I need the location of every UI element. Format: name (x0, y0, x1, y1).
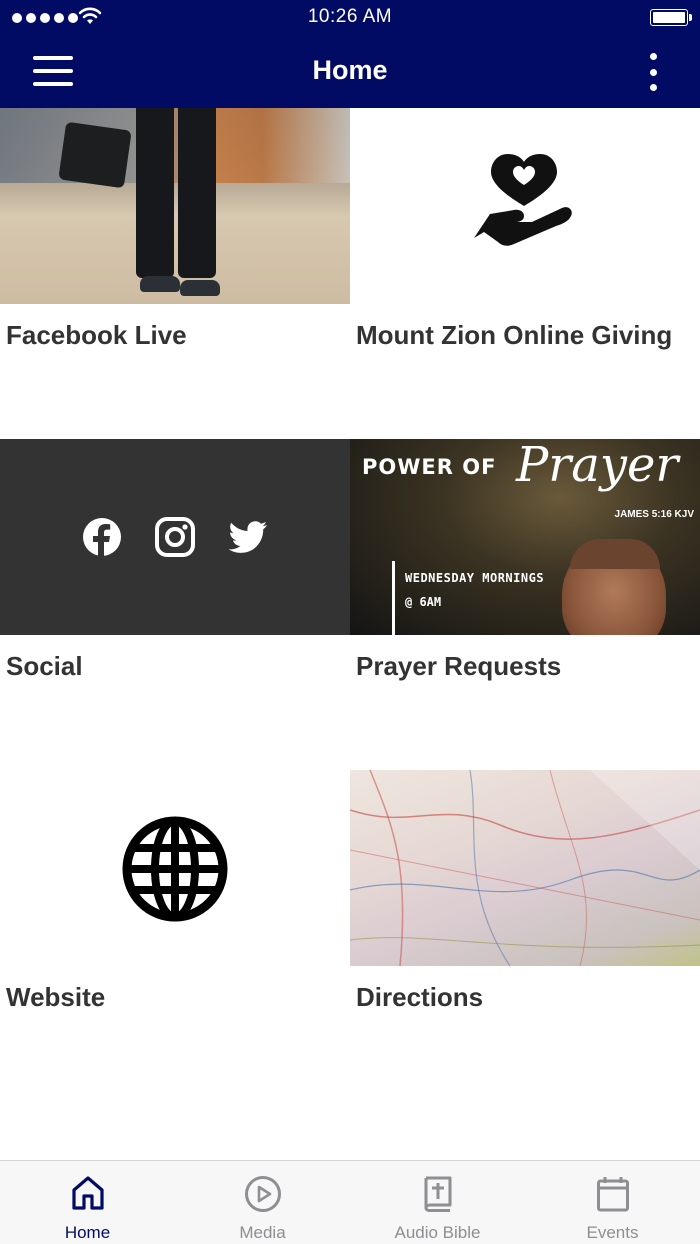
tile-facebook-live[interactable]: Facebook Live (0, 108, 350, 439)
instagram-icon (155, 517, 195, 557)
tab-label: Home (64, 1223, 111, 1242)
tab-label: Media (239, 1223, 286, 1242)
tab-home[interactable]: Home (0, 1161, 175, 1244)
tile-social[interactable]: Social (0, 439, 350, 770)
giving-image (350, 108, 700, 304)
heart-in-hand-icon (474, 154, 572, 246)
globe-icon (122, 816, 228, 922)
tab-media[interactable]: Media (175, 1161, 350, 1244)
home-icon (71, 1176, 104, 1210)
banner-title: POWER OF (362, 455, 497, 479)
tile-label: Website (6, 982, 106, 1012)
banner-time: @ 6AM (405, 595, 442, 609)
tile-prayer-requests[interactable]: POWER OF Prayer JAMES 5:16 KJV WEDNESDAY… (350, 439, 700, 770)
status-time: 10:26 AM (307, 6, 393, 27)
banner-reference: JAMES 5:16 KJV (614, 509, 694, 520)
tile-label: Mount Zion Online Giving (356, 320, 673, 350)
page-title: Home (312, 55, 388, 85)
twitter-icon (228, 521, 267, 553)
tile-website[interactable]: Website (0, 770, 350, 1101)
tile-label: Directions (356, 982, 484, 1012)
navigation-bar: Home (0, 36, 700, 108)
status-bar: 10:26 AM (0, 0, 700, 36)
facebook-icon (83, 518, 121, 557)
road-map-photo (350, 770, 700, 966)
tile-online-giving[interactable]: Mount Zion Online Giving (350, 108, 700, 439)
tab-label: Audio Bible (394, 1223, 481, 1242)
prayer-banner-image: POWER OF Prayer JAMES 5:16 KJV WEDNESDAY… (350, 439, 700, 635)
facebook-live-photo (0, 108, 350, 304)
tile-label: Facebook Live (6, 320, 187, 350)
banner-script-text: Prayer (516, 439, 679, 493)
calendar-icon (596, 1177, 629, 1212)
tile-label: Prayer Requests (356, 651, 562, 681)
tab-label: Events (586, 1223, 639, 1242)
tile-directions[interactable]: Directions (350, 770, 700, 1101)
top-bar: 10:26 AM Home (0, 0, 700, 108)
banner-day: WEDNESDAY MORNINGS (405, 571, 545, 585)
vertical-ellipsis-icon[interactable] (646, 53, 660, 91)
social-image (0, 439, 350, 635)
bible-icon (424, 1176, 451, 1212)
tile-label: Social (6, 651, 83, 681)
tab-audio-bible[interactable]: Audio Bible (350, 1161, 525, 1244)
website-image (0, 770, 350, 966)
tab-events[interactable]: Events (525, 1161, 700, 1244)
tab-bar: Home Media Audio Bible Events (0, 1160, 700, 1244)
battery-icon (650, 9, 692, 26)
play-circle-icon (244, 1176, 281, 1212)
